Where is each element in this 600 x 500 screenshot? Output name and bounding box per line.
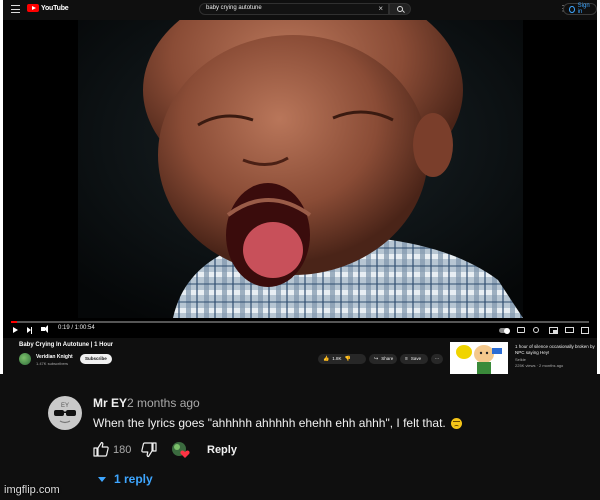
sign-in-button[interactable]: Sign in: [563, 3, 597, 15]
settings-gear-icon[interactable]: [533, 327, 539, 333]
like-dislike-button[interactable]: 👍 1.8K 👎: [318, 354, 366, 364]
comment-author[interactable]: Mr EY: [93, 396, 127, 410]
comment-like-count: 180: [113, 444, 132, 456]
like-count: 1.8K: [332, 356, 342, 361]
share-icon: ↪: [374, 356, 379, 362]
play-icon[interactable]: [13, 327, 18, 333]
sign-in-label: Sign in: [577, 3, 590, 15]
imgflip-watermark: imgflip.com: [4, 484, 60, 496]
search-icon: [397, 6, 403, 12]
menu-icon[interactable]: [11, 5, 20, 13]
captions-icon[interactable]: [517, 327, 525, 333]
volume-icon[interactable]: [41, 325, 48, 333]
search-query[interactable]: baby crying autotune: [206, 5, 262, 11]
search-input[interactable]: baby crying autotune ×: [199, 3, 389, 15]
save-icon: ≡: [405, 356, 408, 362]
player-controls: 0:19 / 1:00:54: [3, 324, 597, 338]
search-button[interactable]: [389, 3, 411, 15]
miniplayer-icon[interactable]: [549, 327, 558, 334]
share-label: Share: [381, 356, 394, 361]
top-bar: YouTube baby crying autotune × ⋮ Sign in: [3, 0, 597, 20]
thumbs-up-icon[interactable]: [93, 441, 109, 457]
video-player[interactable]: 0:19 / 1:00:54: [3, 20, 597, 338]
clear-icon[interactable]: ×: [378, 4, 383, 14]
video-title: Baby Crying In Autotune | 1 Hour: [19, 342, 114, 348]
youtube-play-icon: [27, 4, 39, 12]
theater-mode-icon[interactable]: [565, 327, 574, 333]
chevron-down-icon: [98, 476, 106, 482]
time-display: 0:19 / 1:00:54: [58, 325, 95, 331]
thumbs-down-icon[interactable]: [141, 442, 157, 458]
subscribe-button[interactable]: Subscribe: [80, 354, 112, 364]
logo-text: YouTube: [41, 4, 69, 12]
comment-time[interactable]: 2 months ago: [127, 396, 200, 410]
recommended-channel[interactable]: Selkie: [515, 357, 526, 362]
thumbs-up-icon: 👍: [323, 356, 330, 362]
recommended-meta: 225K views · 2 months ago: [515, 363, 564, 368]
recommended-thumbnail[interactable]: [450, 342, 508, 376]
fullscreen-icon[interactable]: [581, 327, 589, 334]
progress-fill: [11, 321, 17, 323]
more-icon: ⋯: [434, 356, 440, 362]
avatar-initials: EY: [61, 403, 69, 409]
next-icon[interactable]: [27, 326, 32, 334]
progress-bar[interactable]: [11, 321, 589, 323]
creator-heart-icon: [172, 442, 190, 458]
save-button[interactable]: ≡ Save: [400, 354, 428, 364]
comment-body: When the lyrics goes "ahhhhh ahhhhh eheh…: [93, 416, 446, 430]
youtube-screenshot: YouTube baby crying autotune × ⋮ Sign in: [3, 0, 597, 376]
replies-label: 1 reply: [114, 472, 153, 486]
comment-text: When the lyrics goes "ahhhhh ahhhhh eheh…: [93, 416, 462, 430]
subscriber-count: 1.47K subscribers: [36, 361, 69, 366]
channel-name[interactable]: Veridian Knight: [36, 354, 73, 360]
youtube-logo[interactable]: YouTube: [27, 4, 69, 12]
recommended-title[interactable]: 1 hour of silence occasionally broken by…: [515, 344, 595, 356]
user-icon: [569, 5, 575, 13]
view-replies-button[interactable]: 1 reply: [98, 472, 153, 486]
thumbs-down-icon: 👎: [344, 356, 351, 362]
disappointed-face-icon: [450, 418, 462, 429]
channel-avatar[interactable]: [19, 353, 31, 365]
save-label: Save: [410, 356, 422, 361]
share-button[interactable]: ↪ Share: [369, 354, 397, 364]
video-frame-crying-baby: [78, 20, 523, 318]
npc-thumbnail-image: [450, 342, 508, 376]
more-actions-button[interactable]: ⋯: [431, 354, 443, 364]
autoplay-toggle[interactable]: [499, 327, 510, 334]
reply-button[interactable]: Reply: [207, 444, 237, 456]
comment-panel: EY Mr EY 2 months ago When the lyrics go…: [0, 374, 600, 500]
commenter-avatar[interactable]: EY: [48, 396, 82, 430]
